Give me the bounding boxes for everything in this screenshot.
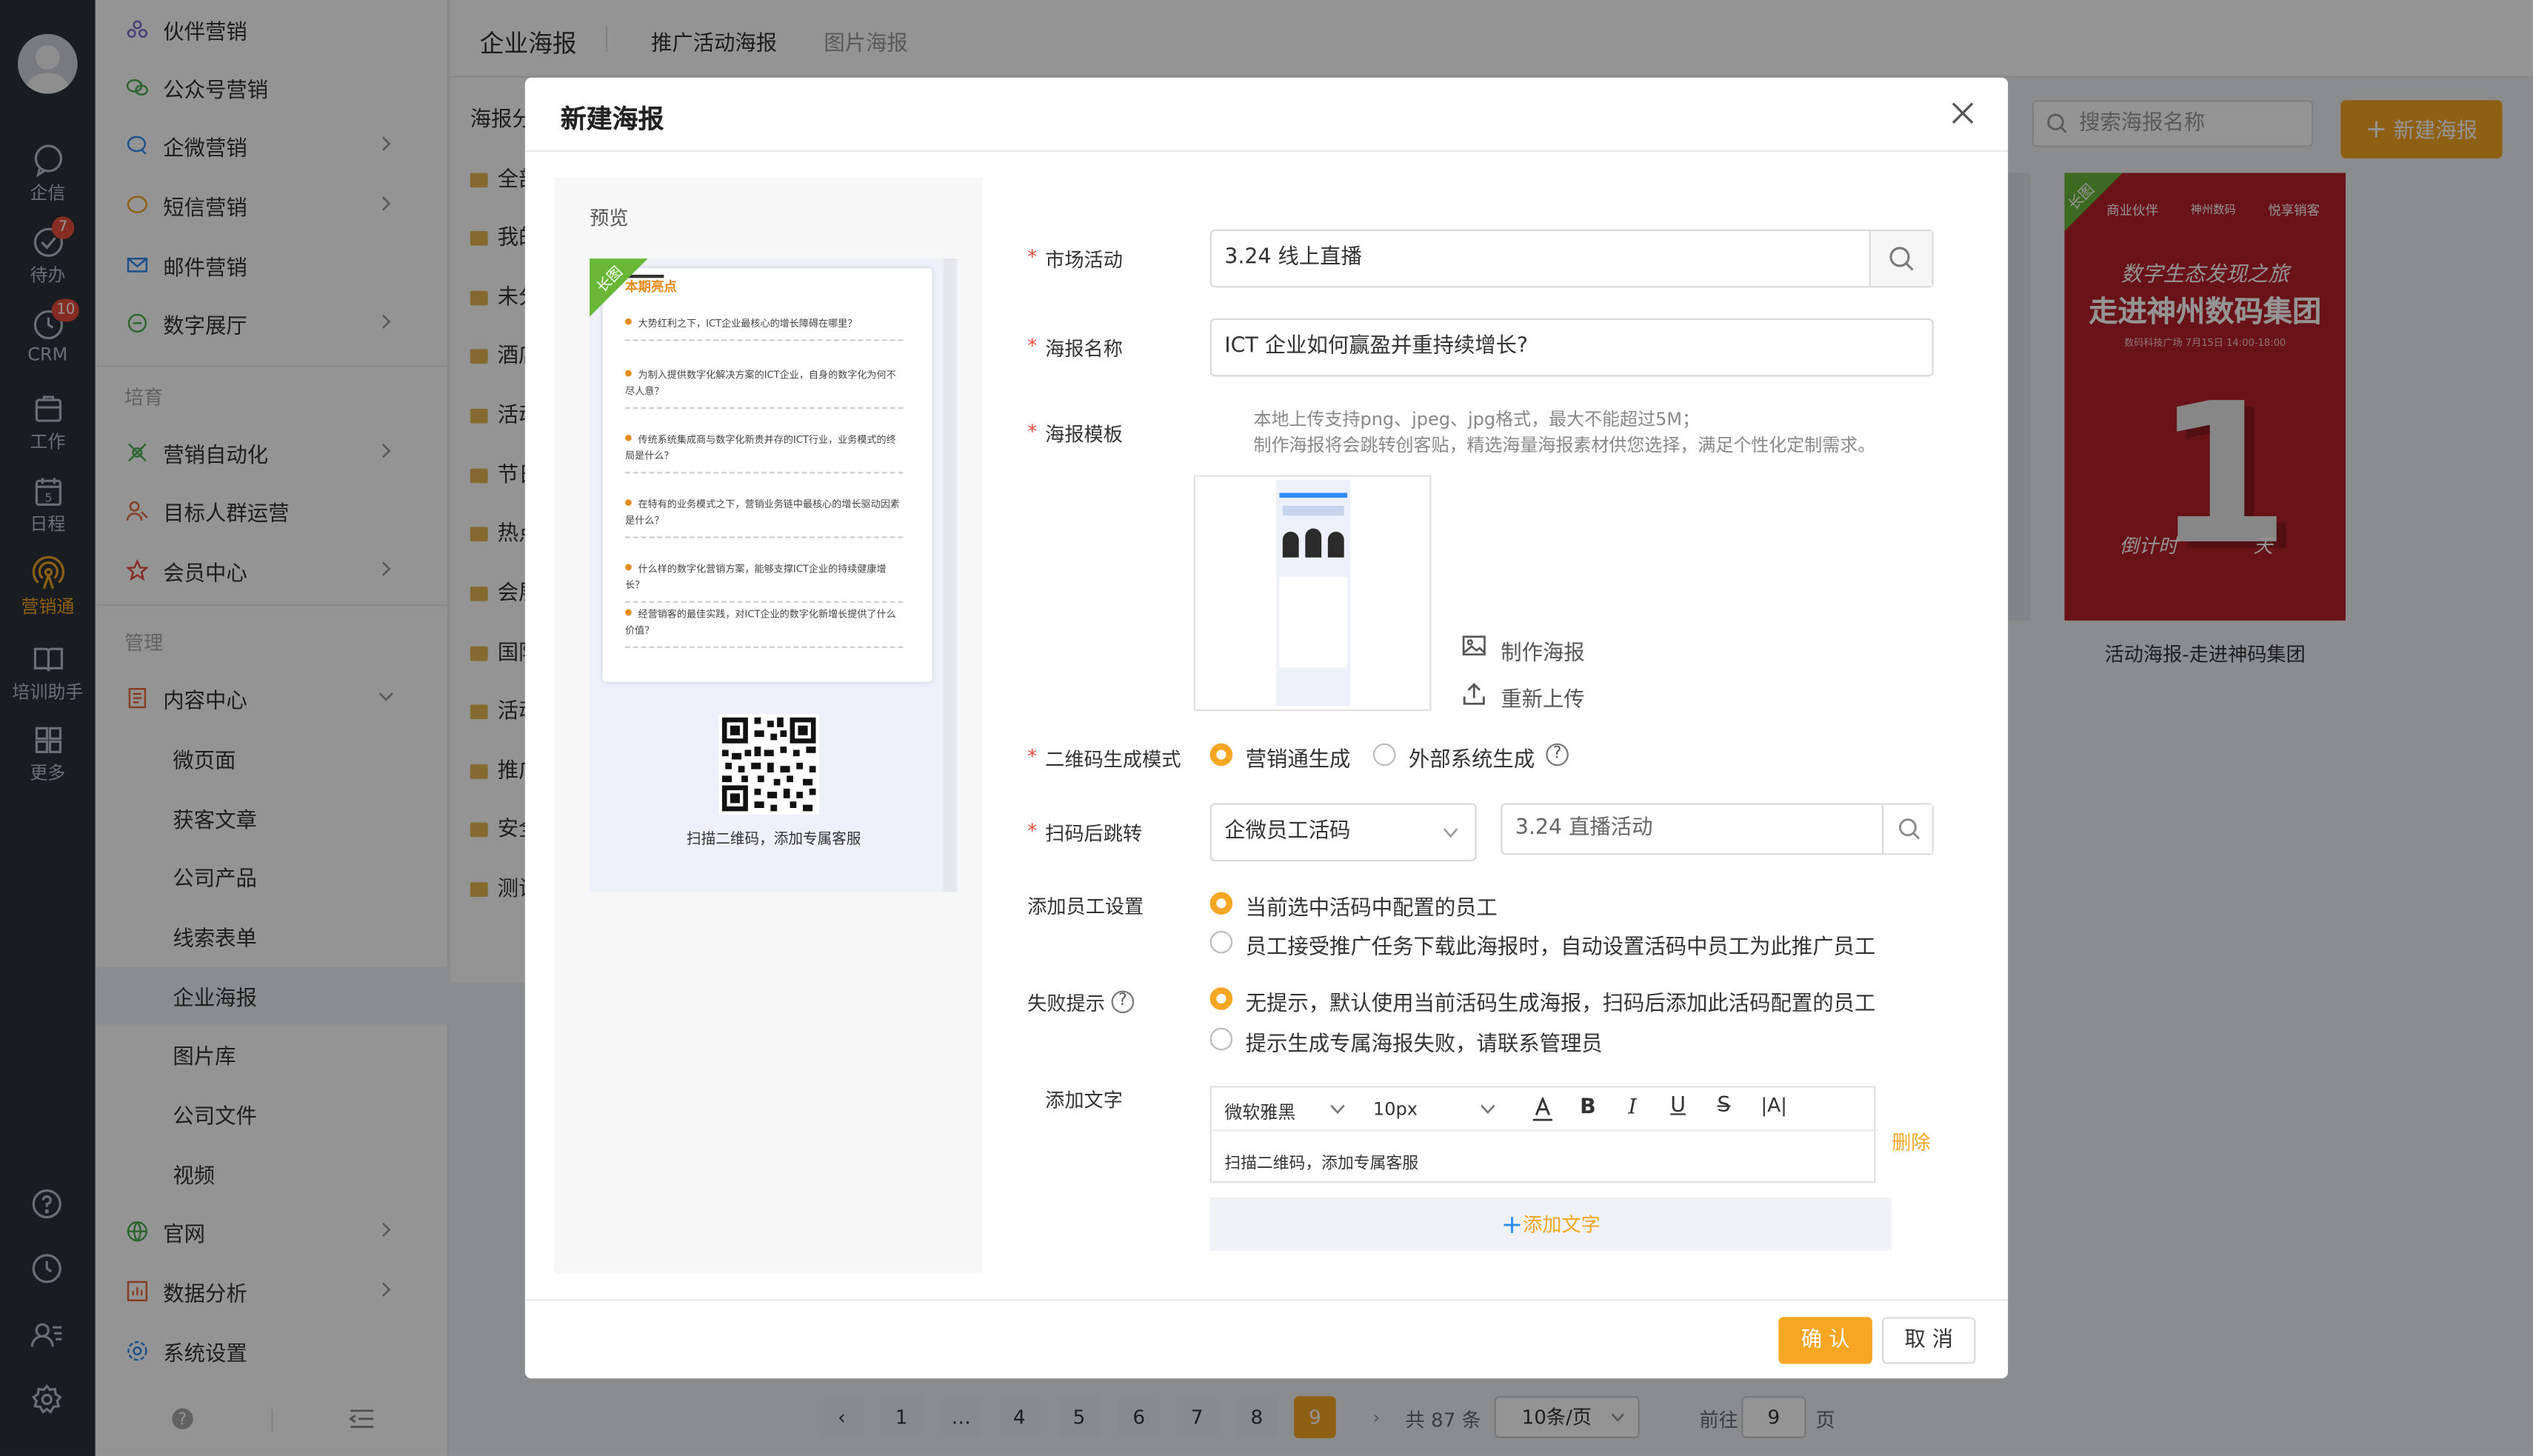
staff-option[interactable]: 员工接受推广任务下载此海报时，自动设置活码中员工为此推广员工 bbox=[1246, 929, 1876, 960]
font-color-icon[interactable] bbox=[1532, 1097, 1555, 1122]
bold-icon[interactable]: B bbox=[1580, 1095, 1596, 1120]
market-activity-input[interactable]: 3.24 线上直播 bbox=[1209, 229, 1934, 288]
qr-mode-label: 二维码生成模式 bbox=[1045, 748, 1181, 771]
preview-question: 在特有的业务模式之下，营销业务链中最核心的增长驱动因素是什么？ bbox=[625, 498, 904, 538]
preview-scrollbar[interactable] bbox=[943, 258, 957, 892]
market-activity-label: 市场活动 bbox=[1045, 249, 1123, 272]
jump-target-search-button[interactable] bbox=[1881, 804, 1932, 854]
staff-radio-current[interactable] bbox=[1209, 892, 1233, 915]
chevron-down-icon bbox=[1330, 1104, 1345, 1115]
poster-name-input[interactable]: ICT 企业如何赢盈并重持续增长? bbox=[1209, 318, 1934, 377]
preview-question: 传统系统集成商与数字化新贵并存的ICT行业，业务模式的终局是什么？ bbox=[625, 433, 904, 474]
template-hint-1: 本地上传支持png、jpeg、jpg格式，最大不能超过5M； bbox=[1253, 409, 1701, 430]
make-poster-link[interactable]: 制作海报 bbox=[1501, 635, 1584, 666]
underline-icon[interactable]: U bbox=[1670, 1094, 1686, 1118]
editor-toolbar: 微软雅黑 10px B I U S |A| bbox=[1211, 1087, 1878, 1132]
qr-mode-option[interactable]: 营销通生成 bbox=[1246, 742, 1351, 772]
editor-text[interactable]: 扫描二维码，添加专属客服 bbox=[1224, 1149, 1418, 1173]
required-mark: * bbox=[1027, 819, 1038, 842]
chevron-down-icon bbox=[1481, 1104, 1495, 1115]
cancel-button[interactable]: 取 消 bbox=[1881, 1317, 1976, 1364]
fail-option[interactable]: 无提示，默认使用当前活码生成海报，扫码后添加此活码配置的员工 bbox=[1246, 986, 1876, 1017]
dialog-header: 新建海报 bbox=[524, 78, 2009, 153]
preview-question: 大势红利之下，ICT企业最核心的增长障碍在哪里？ bbox=[625, 317, 904, 341]
add-text-button-label: 添加文字 bbox=[1523, 1213, 1601, 1237]
jump-after-scan-label: 扫码后跳转 bbox=[1045, 822, 1143, 846]
font-size-select[interactable]: 10px bbox=[1373, 1099, 1418, 1120]
required-mark: * bbox=[1027, 420, 1038, 443]
delete-text-button[interactable]: 删除 bbox=[1892, 1128, 1930, 1155]
poster-name-label: 海报名称 bbox=[1045, 338, 1123, 361]
dialog-title: 新建海报 bbox=[560, 103, 664, 135]
preview-question: 经营销客的最佳实践，对ICT企业的数字化新增长提供了什么价值？ bbox=[625, 607, 904, 648]
fail-hint-label: 失败提示 bbox=[1027, 992, 1105, 1015]
template-speaker-photo bbox=[1305, 528, 1322, 558]
text-direction-icon[interactable]: |A| bbox=[1761, 1094, 1787, 1117]
preview-question: 为制入提供数字化解决方案的ICT企业，自身的数字化为何不尽人意？ bbox=[625, 368, 904, 410]
template-banner bbox=[1279, 492, 1348, 498]
preview-panel: 预览 本期亮点 大势红利之下，ICT企业最核心的增长障碍在哪里？ 为制入提供数字… bbox=[554, 178, 983, 1274]
question-icon[interactable]: ? bbox=[1111, 990, 1135, 1014]
strikethrough-icon[interactable]: S bbox=[1718, 1094, 1731, 1118]
search-icon bbox=[1889, 247, 1914, 271]
add-text-label: 添加文字 bbox=[1045, 1089, 1123, 1112]
staff-setting-label: 添加员工设置 bbox=[1027, 895, 1144, 918]
template-speaker-photo bbox=[1327, 531, 1344, 558]
jump-target-value: 3.24 直播活动 bbox=[1515, 815, 1653, 841]
add-text-button[interactable]: +添加文字 bbox=[1209, 1197, 1892, 1251]
italic-icon[interactable]: I bbox=[1629, 1095, 1637, 1120]
text-editor: 微软雅黑 10px B I U S |A| 扫描二维码，添加专属客服 bbox=[1209, 1086, 1878, 1183]
template-title-bar bbox=[1282, 505, 1344, 516]
plus-icon: + bbox=[1501, 1209, 1524, 1240]
fail-radio-notify[interactable] bbox=[1209, 1027, 1233, 1051]
jump-type-select[interactable]: 企微员工活码 bbox=[1209, 803, 1477, 862]
template-body bbox=[1279, 576, 1348, 668]
fail-radio-silent[interactable] bbox=[1209, 987, 1233, 1010]
preview-document: 本期亮点 大势红利之下，ICT企业最核心的增长障碍在哪里？ 为制入提供数字化解决… bbox=[602, 268, 932, 682]
required-mark: * bbox=[1027, 744, 1038, 768]
preview-label: 预览 bbox=[590, 207, 629, 230]
close-icon[interactable] bbox=[1948, 98, 1977, 127]
market-activity-value: 3.24 线上直播 bbox=[1224, 245, 1362, 270]
search-icon bbox=[1898, 818, 1920, 840]
dialog-footer: 确 认 取 消 bbox=[524, 1299, 2009, 1378]
qr-code-image bbox=[718, 714, 819, 815]
qr-mode-option[interactable]: 外部系统生成 bbox=[1409, 742, 1535, 772]
qr-mode-radio-external[interactable] bbox=[1372, 743, 1396, 767]
fail-option[interactable]: 提示生成专属海报失败，请联系管理员 bbox=[1246, 1026, 1603, 1057]
poster-template-label: 海报模板 bbox=[1045, 423, 1123, 447]
question-icon[interactable]: ? bbox=[1546, 743, 1569, 767]
required-mark: * bbox=[1027, 245, 1038, 269]
new-poster-dialog: 新建海报 预览 本期亮点 大势红利之下，ICT企业最核心的增长障碍在哪里？ 为制… bbox=[524, 77, 2009, 1379]
jump-target-input[interactable]: 3.24 直播活动 bbox=[1501, 803, 1934, 855]
reupload-link[interactable]: 重新上传 bbox=[1501, 682, 1584, 713]
font-family-select[interactable]: 微软雅黑 bbox=[1224, 1099, 1295, 1125]
staff-option[interactable]: 当前选中活码中配置的员工 bbox=[1246, 890, 1498, 921]
qr-mode-radio-internal[interactable] bbox=[1209, 743, 1233, 767]
upload-icon bbox=[1463, 683, 1485, 705]
template-speaker-photo bbox=[1282, 531, 1299, 558]
jump-type-value: 企微员工活码 bbox=[1224, 819, 1351, 844]
template-hint-2: 制作海报将会跳转创客贴，精选海量海报素材供您选择，满足个性化定制需求。 bbox=[1253, 434, 1876, 456]
qr-caption: 扫描二维码，添加专属客服 bbox=[686, 832, 861, 849]
staff-radio-auto[interactable] bbox=[1209, 930, 1233, 954]
preview-question: 什么样的数字化营销方案，能够支撑ICT企业的持续健康增长？ bbox=[625, 562, 904, 603]
confirm-button[interactable]: 确 认 bbox=[1778, 1317, 1872, 1364]
template-preview-image bbox=[1276, 480, 1351, 707]
image-icon bbox=[1462, 635, 1486, 656]
required-mark: * bbox=[1027, 334, 1038, 358]
preview-scroll-area[interactable]: 本期亮点 大势红利之下，ICT企业最核心的增长障碍在哪里？ 为制入提供数字化解决… bbox=[590, 258, 958, 892]
chevron-down-icon bbox=[1443, 828, 1458, 838]
poster-template-thumbnail[interactable] bbox=[1193, 475, 1432, 712]
market-activity-search-button[interactable] bbox=[1869, 231, 1932, 287]
